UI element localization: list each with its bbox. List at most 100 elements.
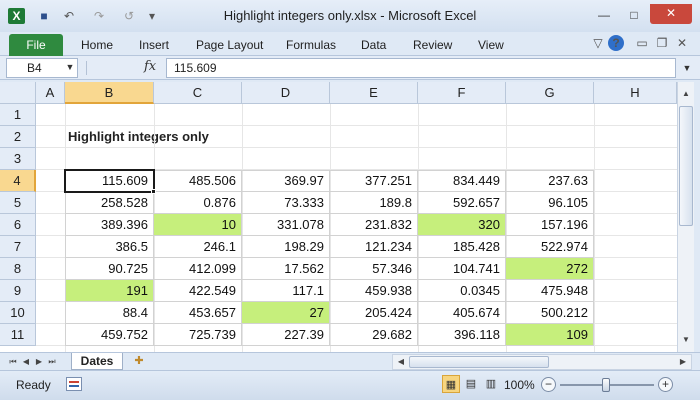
data-cell[interactable]: 90.725 (65, 258, 154, 280)
worksheet-grid[interactable]: Highlight integers only ABCDEFGH12345678… (0, 82, 677, 352)
data-cell[interactable]: 117.1 (242, 280, 330, 302)
vertical-scrollbar[interactable]: ▲ ▼ (677, 82, 694, 352)
column-header-g[interactable]: G (506, 82, 594, 104)
tab-view[interactable]: View (478, 34, 504, 56)
data-cell[interactable]: 405.674 (418, 302, 506, 324)
tab-home[interactable]: Home (81, 34, 113, 56)
highlighted-integer-cell[interactable]: 191 (65, 280, 154, 302)
row-header-7[interactable]: 7 (0, 236, 36, 258)
highlighted-integer-cell[interactable]: 320 (418, 214, 506, 236)
fill-handle[interactable] (151, 189, 156, 194)
column-header-a[interactable]: A (36, 82, 65, 104)
column-header-h[interactable]: H (594, 82, 677, 104)
ribbon-collapse-icon[interactable]: ▽ (590, 36, 606, 50)
column-header-e[interactable]: E (330, 82, 418, 104)
data-cell[interactable]: 205.424 (330, 302, 418, 324)
scroll-left-icon[interactable]: ◀ (394, 355, 408, 369)
data-cell[interactable]: 412.099 (154, 258, 242, 280)
data-cell[interactable]: 157.196 (506, 214, 594, 236)
workbook-restore-icon[interactable]: ❐ (654, 36, 670, 50)
data-cell[interactable]: 88.4 (65, 302, 154, 324)
horizontal-scrollbar[interactable]: ◀ ▶ (392, 354, 692, 370)
scroll-right-icon[interactable]: ▶ (676, 355, 690, 369)
data-cell[interactable]: 522.974 (506, 236, 594, 258)
data-cell[interactable]: 227.39 (242, 324, 330, 346)
data-cell[interactable]: 377.251 (330, 170, 418, 192)
zoom-level[interactable]: 100% (504, 378, 535, 392)
workbook-close-icon[interactable]: ✕ (674, 36, 690, 50)
data-cell[interactable]: 422.549 (154, 280, 242, 302)
data-cell[interactable]: 331.078 (242, 214, 330, 236)
tab-page-layout[interactable]: Page Layout (196, 34, 263, 56)
data-cell[interactable]: 246.1 (154, 236, 242, 258)
window-close-button[interactable]: ✕ (650, 4, 692, 24)
page-layout-view-icon[interactable]: ▤ (462, 375, 480, 393)
data-cell[interactable]: 73.333 (242, 192, 330, 214)
row-header-5[interactable]: 5 (0, 192, 36, 214)
data-cell[interactable]: 386.5 (65, 236, 154, 258)
highlighted-integer-cell[interactable]: 27 (242, 302, 330, 324)
data-cell[interactable]: 834.449 (418, 170, 506, 192)
data-cell[interactable]: 96.105 (506, 192, 594, 214)
data-cell[interactable]: 231.832 (330, 214, 418, 236)
zoom-slider-thumb[interactable] (602, 378, 610, 392)
row-header-10[interactable]: 10 (0, 302, 36, 324)
data-cell[interactable]: 198.29 (242, 236, 330, 258)
column-header-f[interactable]: F (418, 82, 506, 104)
row-header-6[interactable]: 6 (0, 214, 36, 236)
highlighted-integer-cell[interactable]: 10 (154, 214, 242, 236)
row-header-2[interactable]: 2 (0, 126, 36, 148)
zoom-out-button[interactable]: − (541, 377, 556, 392)
data-cell[interactable]: 396.118 (418, 324, 506, 346)
tab-file[interactable]: File (9, 34, 63, 56)
data-cell[interactable]: 475.948 (506, 280, 594, 302)
data-cell[interactable]: 389.396 (65, 214, 154, 236)
data-cell[interactable]: 453.657 (154, 302, 242, 324)
data-cell[interactable]: 369.97 (242, 170, 330, 192)
help-icon[interactable]: ? (608, 35, 624, 51)
tab-insert[interactable]: Insert (139, 34, 169, 56)
data-cell[interactable]: 725.739 (154, 324, 242, 346)
page-break-view-icon[interactable]: ▥ (482, 375, 500, 393)
column-header-b[interactable]: B (65, 82, 154, 104)
window-maximize-button[interactable]: □ (622, 6, 646, 24)
data-cell[interactable]: 237.63 (506, 170, 594, 192)
tab-data[interactable]: Data (361, 34, 386, 56)
sheet-tab-dates[interactable]: Dates (71, 353, 123, 370)
data-cell[interactable]: 592.657 (418, 192, 506, 214)
row-header-9[interactable]: 9 (0, 280, 36, 302)
data-cell[interactable]: 17.562 (242, 258, 330, 280)
data-cell[interactable]: 57.346 (330, 258, 418, 280)
row-header-11[interactable]: 11 (0, 324, 36, 346)
highlighted-integer-cell[interactable]: 272 (506, 258, 594, 280)
macro-record-icon[interactable] (66, 377, 82, 391)
row-header-4[interactable]: 4 (0, 170, 36, 192)
column-header-c[interactable]: C (154, 82, 242, 104)
data-cell[interactable]: 500.212 (506, 302, 594, 324)
data-cell[interactable]: 485.506 (154, 170, 242, 192)
column-header-d[interactable]: D (242, 82, 330, 104)
formula-input[interactable]: 115.609 (166, 58, 676, 78)
last-sheet-icon[interactable]: ⏭ (47, 354, 57, 370)
row-header-1[interactable]: 1 (0, 104, 36, 126)
data-cell[interactable]: 29.682 (330, 324, 418, 346)
row-header-8[interactable]: 8 (0, 258, 36, 280)
workbook-minimize-icon[interactable]: ▭ (634, 36, 650, 50)
data-cell[interactable]: 104.741 (418, 258, 506, 280)
data-cell[interactable]: 0.0345 (418, 280, 506, 302)
vertical-scroll-thumb[interactable] (679, 106, 693, 226)
insert-function-icon[interactable]: fx (144, 59, 156, 74)
row-header-3[interactable]: 3 (0, 148, 36, 170)
zoom-in-button[interactable]: + (658, 377, 673, 392)
horizontal-scroll-thumb[interactable] (409, 356, 549, 368)
data-cell[interactable]: 0.876 (154, 192, 242, 214)
prev-sheet-icon[interactable]: ◀ (21, 354, 31, 370)
first-sheet-icon[interactable]: ⏮ (8, 354, 18, 370)
tab-review[interactable]: Review (413, 34, 452, 56)
normal-view-icon[interactable]: ▦ (442, 375, 460, 393)
next-sheet-icon[interactable]: ▶ (34, 354, 44, 370)
data-cell[interactable]: 121.234 (330, 236, 418, 258)
sheet-title-cell[interactable]: Highlight integers only (68, 126, 209, 148)
scroll-up-icon[interactable]: ▲ (678, 86, 694, 102)
data-cell[interactable]: 258.528 (65, 192, 154, 214)
